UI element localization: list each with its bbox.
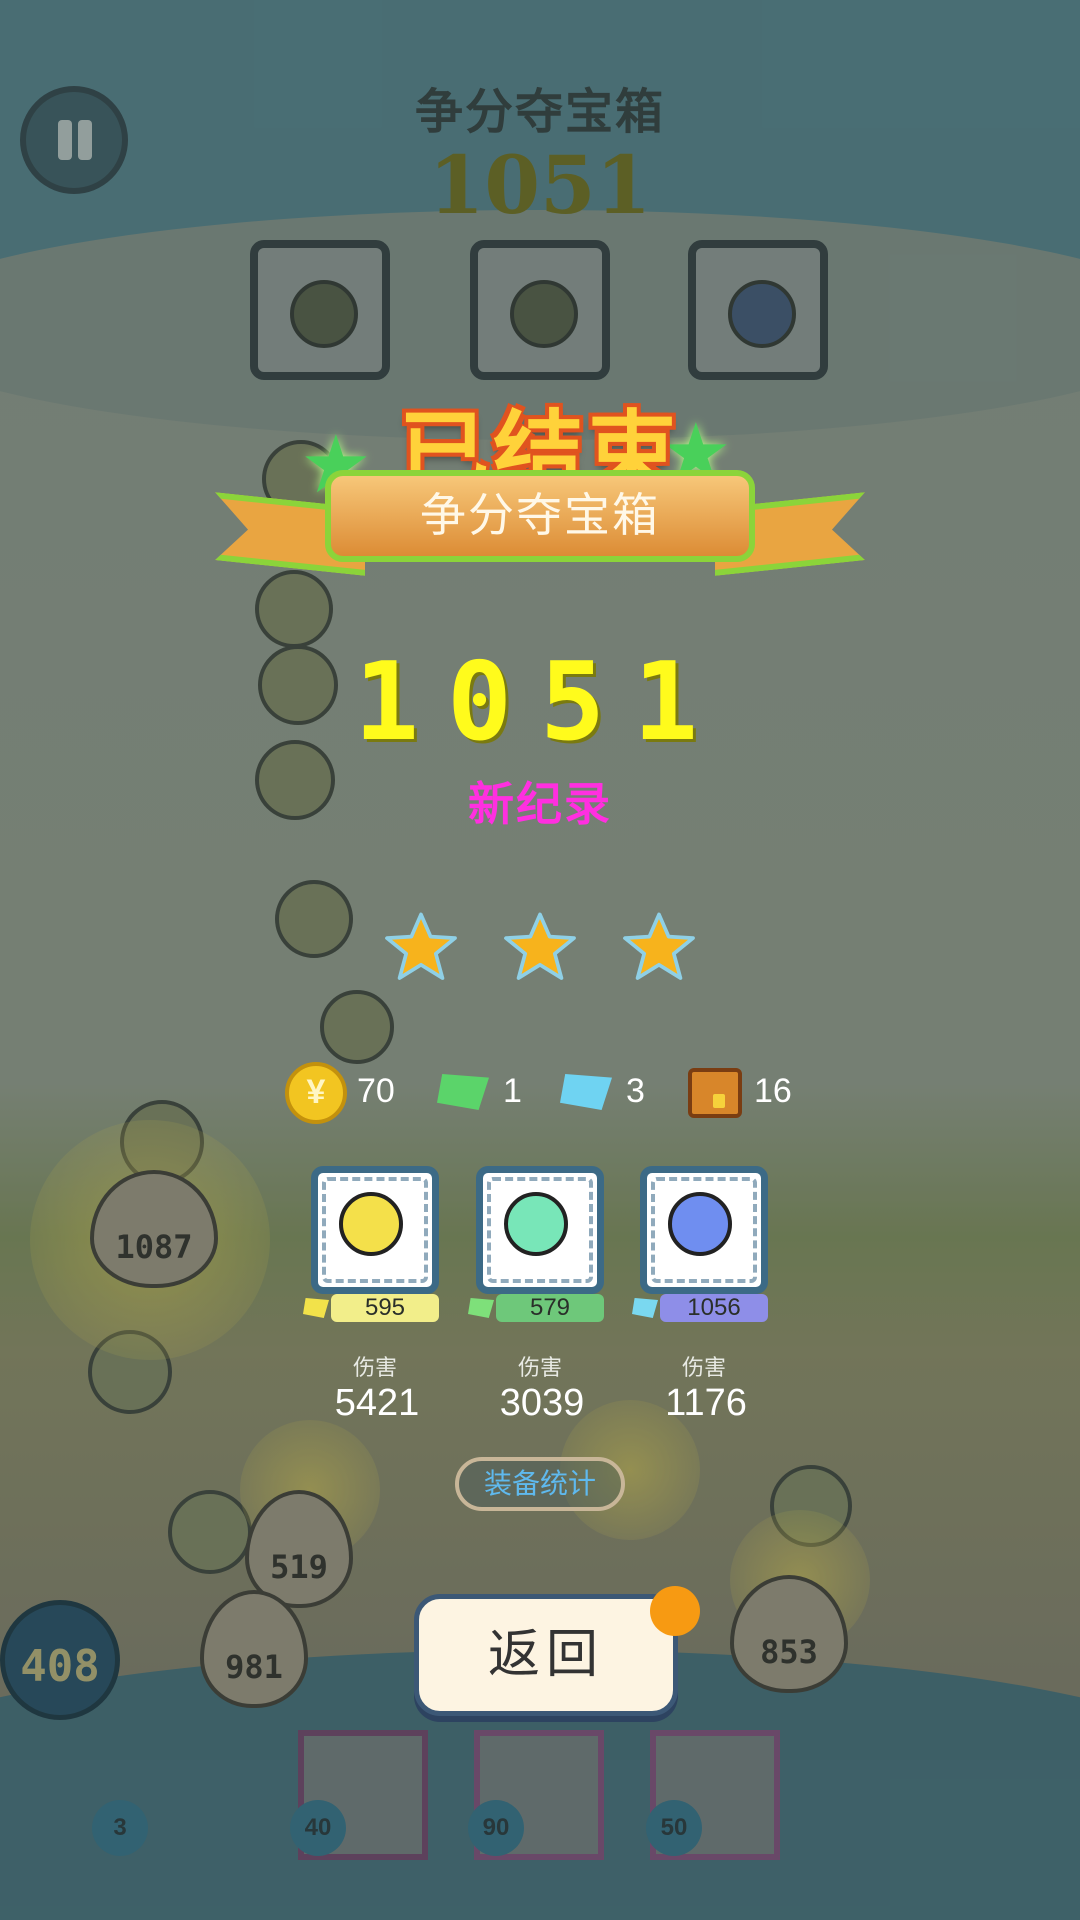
damage-value: 5421 — [334, 1382, 420, 1424]
damage-value: 3039 — [499, 1382, 585, 1424]
damage-label: 伤害 — [352, 1355, 397, 1380]
hero-card-3[interactable]: 1056 — [632, 1166, 768, 1322]
final-score: 1051 — [353, 640, 727, 765]
ribbon-mode-label: 争分夺宝箱 — [325, 470, 755, 562]
hero-level: 595 — [331, 1294, 439, 1322]
reward-chests: 16 — [688, 1062, 808, 1122]
hero-level: 1056 — [660, 1294, 768, 1322]
hero-level: 579 — [496, 1294, 604, 1322]
rewards-row: ¥ 70 1 3 16 — [285, 1062, 808, 1124]
damage-label: 伤害 — [517, 1355, 562, 1380]
blue-gem-icon — [560, 1074, 612, 1110]
hero-card-1[interactable]: 595 — [303, 1166, 439, 1322]
new-record-label: 新纪录 — [468, 778, 612, 830]
equipment-stats-button[interactable]: 装备统计 — [455, 1457, 625, 1511]
notification-dot — [650, 1586, 700, 1636]
reward-coins: ¥ 70 — [285, 1062, 405, 1124]
hero-card-2[interactable]: 579 — [468, 1166, 604, 1322]
taped-face-icon — [668, 1192, 732, 1256]
back-button[interactable]: 返回 — [414, 1594, 678, 1716]
bubble-face-icon — [504, 1192, 568, 1256]
rating-star-icon — [384, 910, 458, 984]
damage-label: 伤害 — [681, 1355, 726, 1380]
headphone-face-icon — [339, 1192, 403, 1256]
coin-icon: ¥ — [285, 1062, 347, 1124]
rating-star-icon — [503, 910, 577, 984]
reward-green-gems: 1 — [437, 1062, 537, 1122]
damage-value: 1176 — [665, 1382, 747, 1424]
reward-blue-gems: 3 — [560, 1062, 660, 1122]
mode-ribbon-banner: 争分夺宝箱 — [215, 470, 865, 570]
rating-star-icon — [622, 910, 696, 984]
treasure-chest-icon — [688, 1068, 742, 1118]
green-gem-icon — [437, 1074, 489, 1110]
